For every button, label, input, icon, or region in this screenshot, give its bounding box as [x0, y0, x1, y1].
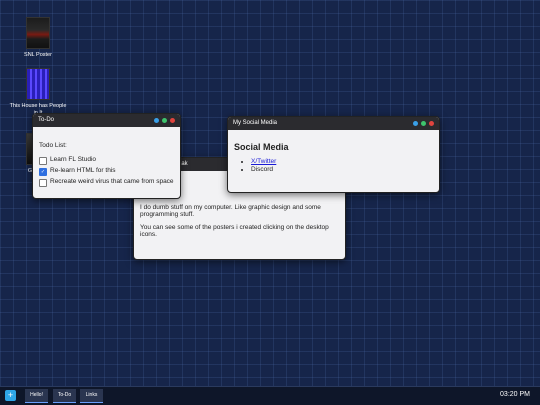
about-paragraph-1: I do dumb stuff on my computer. Like gra… [140, 204, 321, 218]
list-item: X/Twitter [251, 158, 433, 165]
social-heading: Social Media [234, 142, 289, 152]
twitter-link[interactable]: X/Twitter [251, 158, 276, 165]
social-links-list: X/Twitter Discord [234, 158, 433, 173]
taskbar: + Hello! To-Do Links 03:20 PM [0, 386, 540, 405]
todo-item-label: Learn FL Studio [50, 156, 97, 163]
todo-item[interactable]: Learn FL Studio [39, 156, 174, 165]
social-window-content: Social Media X/Twitter Discord [228, 130, 439, 180]
taskbar-tab-links[interactable]: Links [80, 389, 103, 403]
list-item: Discord [251, 166, 433, 173]
discord-label: Discord [251, 166, 274, 173]
minimize-icon[interactable] [413, 121, 418, 126]
social-media-window[interactable]: My Social Media Social Media X/Twitter D… [227, 116, 440, 193]
todo-item[interactable]: ✓ Re-learn HTML for this [39, 167, 174, 176]
social-window-titlebar[interactable]: My Social Media [228, 117, 439, 130]
desktop-icon-this-house[interactable]: This House has People in It [8, 68, 68, 117]
todo-heading: Todo List: [39, 142, 67, 149]
maximize-icon[interactable] [421, 121, 426, 126]
minimize-icon[interactable] [154, 118, 159, 123]
start-button[interactable]: + [5, 390, 16, 401]
close-icon[interactable] [429, 121, 434, 126]
todo-window-titlebar[interactable]: To-Do [33, 114, 180, 127]
checkbox-unchecked[interactable] [39, 157, 47, 165]
todo-item-label: Re-learn HTML for this [50, 167, 116, 174]
desktop-icon-snl-poster[interactable]: SNL Poster [8, 17, 68, 59]
maximize-icon[interactable] [162, 118, 167, 123]
checkbox-checked[interactable]: ✓ [39, 168, 47, 176]
checkbox-unchecked[interactable] [39, 179, 47, 187]
taskbar-tab-hello[interactable]: Hello! [25, 389, 48, 403]
todo-item-label: Recreate weird virus that came from spac… [50, 178, 174, 185]
social-window-title: My Social Media [233, 120, 278, 126]
todo-window-content: Todo List: Learn FL Studio ✓ Re-learn HT… [33, 127, 180, 195]
todo-window[interactable]: To-Do Todo List: Learn FL Studio ✓ Re-le… [32, 113, 181, 199]
window-controls [154, 118, 175, 123]
desktop-icon-label: SNL Poster [24, 52, 52, 58]
plus-icon: + [7, 390, 14, 400]
todo-item[interactable]: Recreate weird virus that came from spac… [39, 178, 174, 187]
about-paragraph-2: You can see some of the posters i create… [140, 224, 329, 238]
taskbar-clock: 03:20 PM [500, 391, 530, 398]
poster-thumbnail-icon [26, 17, 50, 49]
window-controls [413, 121, 434, 126]
taskbar-tab-todo[interactable]: To-Do [53, 389, 76, 403]
close-icon[interactable] [170, 118, 175, 123]
todo-window-title: To-Do [38, 117, 55, 123]
poster-thumbnail-icon [26, 68, 50, 100]
